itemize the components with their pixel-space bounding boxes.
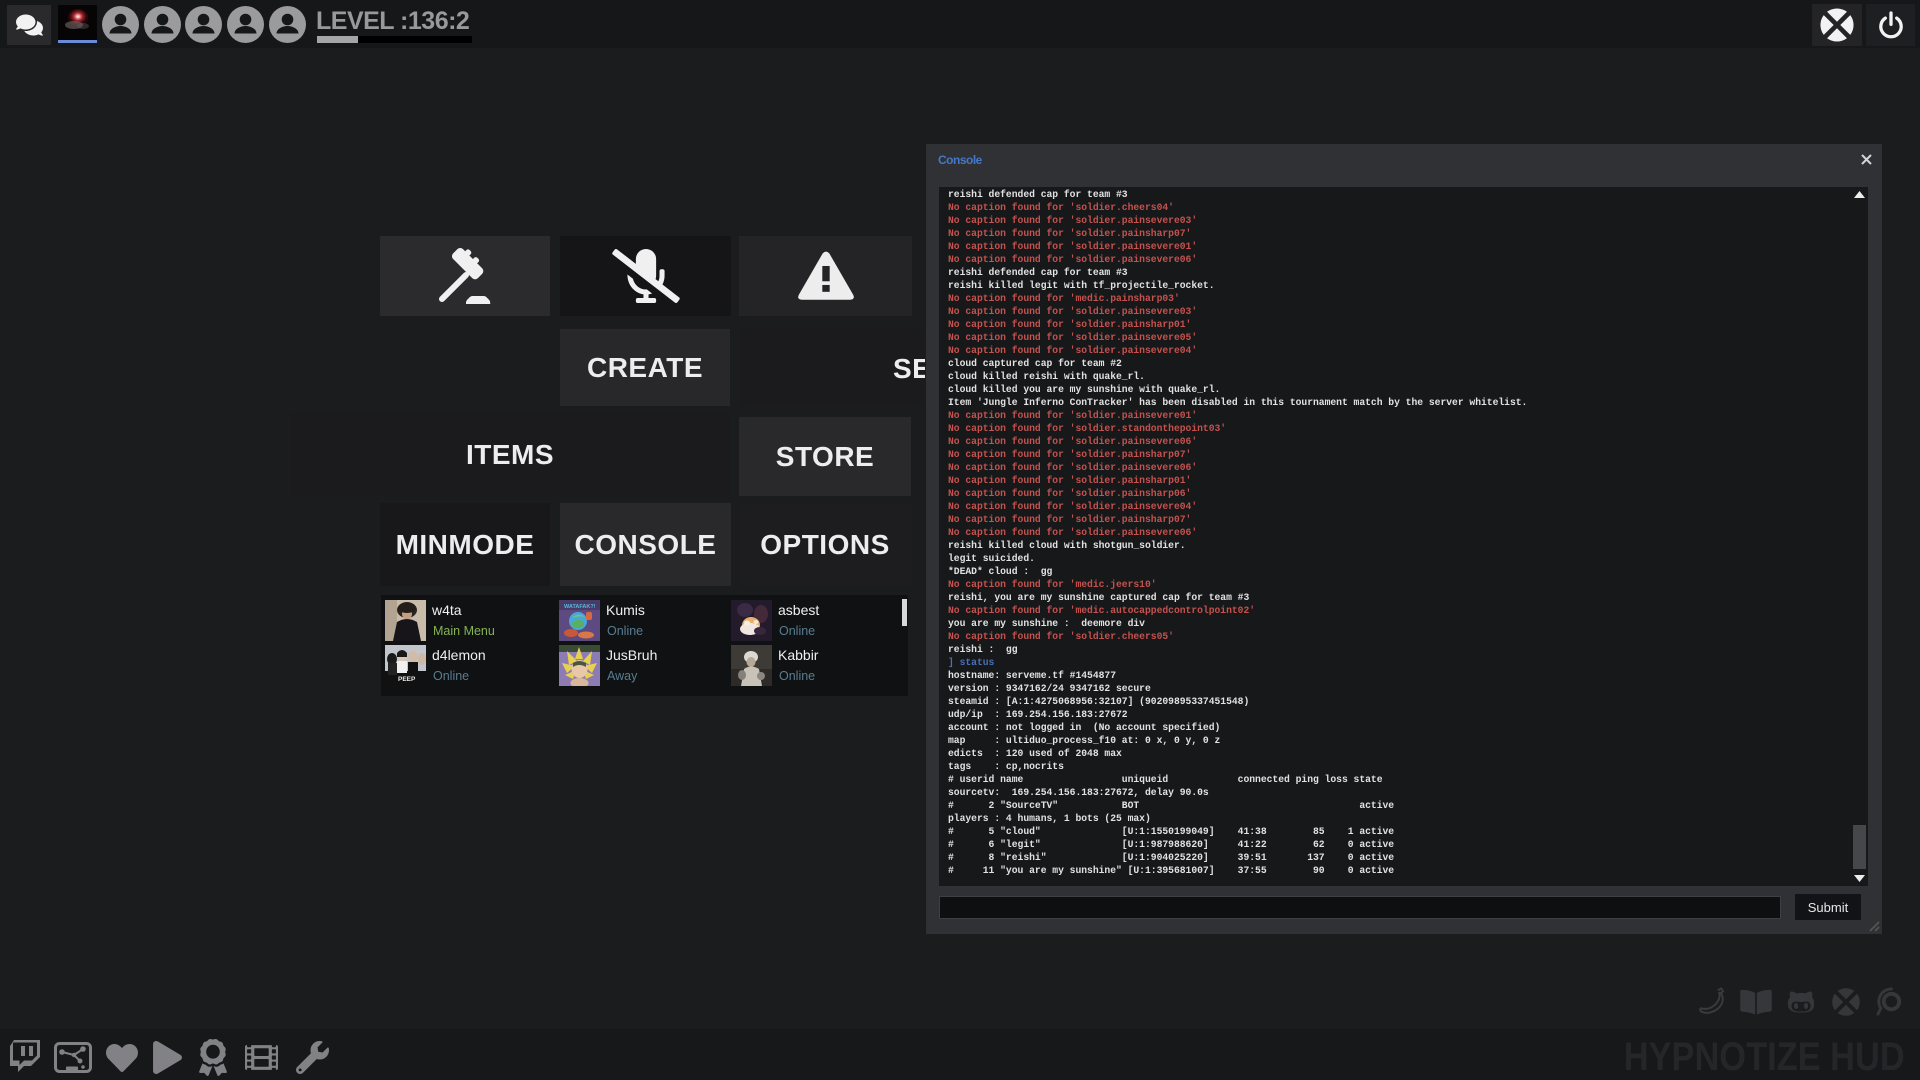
svg-text:WATAFAK?!: WATAFAK?! <box>564 604 596 610</box>
svg-text:PEEP: PEEP <box>398 676 416 683</box>
